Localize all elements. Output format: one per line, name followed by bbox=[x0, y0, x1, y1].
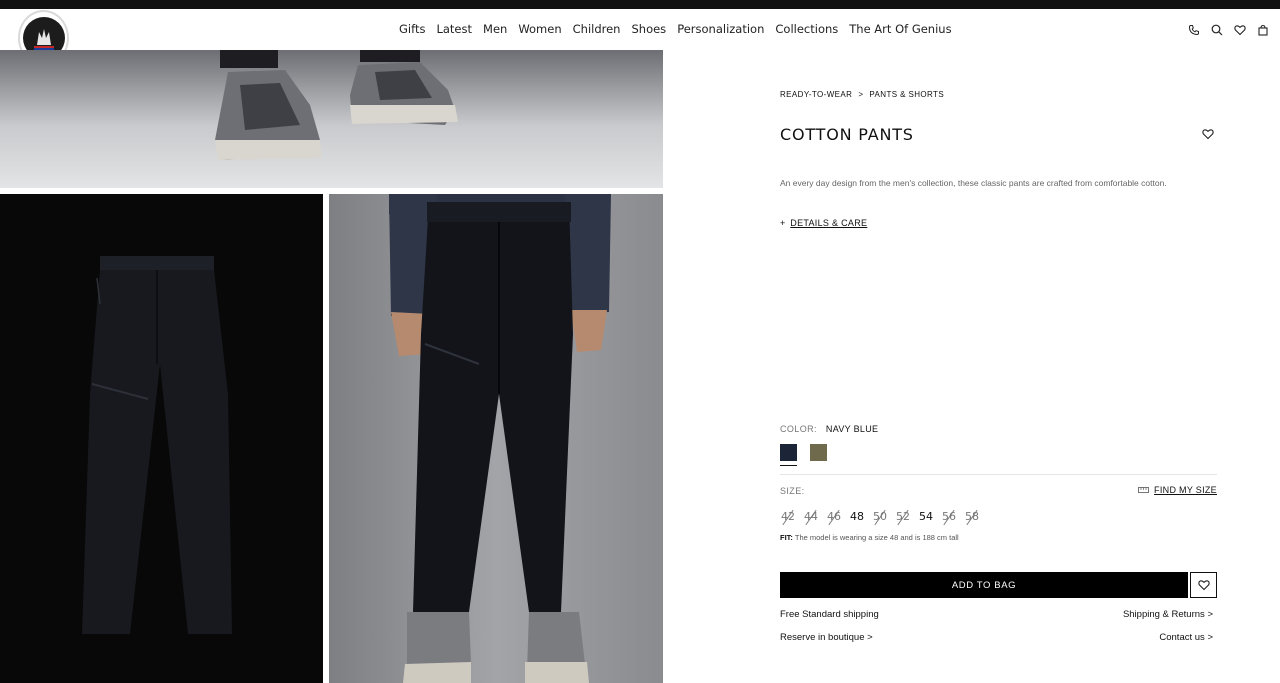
swatch-olive[interactable] bbox=[810, 444, 827, 461]
size-option[interactable]: 52 bbox=[895, 510, 911, 523]
nav-personalization[interactable]: Personalization bbox=[677, 22, 764, 36]
size-option[interactable]: 42 bbox=[780, 510, 796, 523]
product-title: COTTON PANTS bbox=[780, 125, 914, 144]
add-to-wishlist-button[interactable] bbox=[1190, 572, 1217, 598]
fit-label: FIT: bbox=[780, 533, 793, 542]
breadcrumb: READY-TO-WEAR > PANTS & SHORTS bbox=[780, 90, 944, 99]
color-selector: COLOR: NAVY BLUE bbox=[780, 424, 878, 434]
heart-icon[interactable] bbox=[1234, 23, 1257, 37]
swatch-selected-indicator bbox=[780, 465, 797, 466]
plus-icon: + bbox=[780, 218, 786, 228]
breadcrumb-pants-shorts[interactable]: PANTS & SHORTS bbox=[869, 90, 944, 99]
find-my-size-label: FIND MY SIZE bbox=[1154, 485, 1217, 495]
boutique-row: Reserve in boutique > Contact us > bbox=[780, 632, 1213, 643]
size-options: 42 44 46 48 50 52 54 56 58 bbox=[780, 510, 980, 523]
size-option[interactable]: 50 bbox=[872, 510, 888, 523]
chevron-right-icon: > bbox=[858, 90, 864, 99]
reserve-label: Reserve in boutique bbox=[780, 632, 865, 643]
details-care-toggle[interactable]: + DETAILS & CARE bbox=[780, 218, 867, 228]
nav-art-of-genius[interactable]: The Art Of Genius bbox=[849, 22, 951, 36]
nav-shoes[interactable]: Shoes bbox=[631, 22, 666, 36]
shipping-row: Free Standard shipping Shipping & Return… bbox=[780, 609, 1213, 620]
chevron-right-icon: > bbox=[1207, 632, 1213, 643]
find-my-size-link[interactable]: FIND MY SIZE bbox=[1138, 485, 1217, 495]
rooster-emblem-icon bbox=[33, 29, 54, 50]
fit-info: FIT: The model is wearing a size 48 and … bbox=[780, 533, 959, 542]
contact-label: Contact us bbox=[1159, 632, 1205, 643]
header-icons bbox=[1188, 23, 1280, 37]
product-description: An every day design from the men's colle… bbox=[780, 178, 1167, 188]
size-option[interactable]: 48 bbox=[849, 510, 865, 523]
model-wearing-pants-image[interactable] bbox=[329, 194, 663, 683]
swatch-navy[interactable] bbox=[780, 444, 797, 461]
phone-icon[interactable] bbox=[1188, 23, 1211, 37]
color-label: COLOR: bbox=[780, 424, 817, 434]
size-option[interactable]: 58 bbox=[964, 510, 980, 523]
size-label: SIZE: bbox=[780, 486, 805, 496]
shipping-returns-link[interactable]: Shipping & Returns > bbox=[1123, 609, 1213, 620]
product-gallery bbox=[0, 50, 663, 683]
fit-text: The model is wearing a size 48 and is 18… bbox=[794, 533, 959, 542]
size-option[interactable]: 44 bbox=[803, 510, 819, 523]
contact-us-link[interactable]: Contact us > bbox=[1159, 632, 1213, 643]
nav-gifts[interactable]: Gifts bbox=[399, 22, 425, 36]
bag-icon[interactable] bbox=[1257, 23, 1280, 37]
heart-icon[interactable] bbox=[1202, 127, 1214, 140]
free-shipping-text: Free Standard shipping bbox=[780, 609, 879, 620]
announcement-bar bbox=[0, 0, 1280, 9]
pants-flat-image[interactable] bbox=[0, 194, 323, 683]
nav-women[interactable]: Women bbox=[518, 22, 561, 36]
nav-latest[interactable]: Latest bbox=[436, 22, 472, 36]
heart-icon bbox=[1197, 580, 1210, 591]
nav-children[interactable]: Children bbox=[573, 22, 621, 36]
nav-collections[interactable]: Collections bbox=[775, 22, 838, 36]
reserve-in-boutique-link[interactable]: Reserve in boutique > bbox=[780, 632, 873, 643]
breadcrumb-ready-to-wear[interactable]: READY-TO-WEAR bbox=[780, 90, 852, 99]
search-icon[interactable] bbox=[1211, 23, 1234, 37]
nav-men[interactable]: Men bbox=[483, 22, 507, 36]
details-care-label: DETAILS & CARE bbox=[790, 218, 868, 228]
add-to-bag-button[interactable]: ADD TO BAG bbox=[780, 572, 1188, 598]
size-option[interactable]: 54 bbox=[918, 510, 934, 523]
size-option[interactable]: 56 bbox=[941, 510, 957, 523]
main-nav: Gifts Latest Men Women Children Shoes Pe… bbox=[399, 22, 963, 36]
site-header: Gifts Latest Men Women Children Shoes Pe… bbox=[0, 9, 1280, 50]
size-option[interactable]: 46 bbox=[826, 510, 842, 523]
chevron-right-icon: > bbox=[1207, 609, 1213, 620]
swatch-wrapper-navy bbox=[780, 444, 797, 466]
shoes-closeup-image[interactable] bbox=[0, 50, 663, 188]
divider bbox=[780, 474, 1217, 475]
color-swatches bbox=[780, 444, 827, 466]
ruler-icon bbox=[1138, 487, 1149, 493]
shipping-returns-label: Shipping & Returns bbox=[1122, 609, 1205, 620]
chevron-right-icon: > bbox=[867, 632, 873, 643]
color-value: NAVY BLUE bbox=[825, 424, 879, 434]
